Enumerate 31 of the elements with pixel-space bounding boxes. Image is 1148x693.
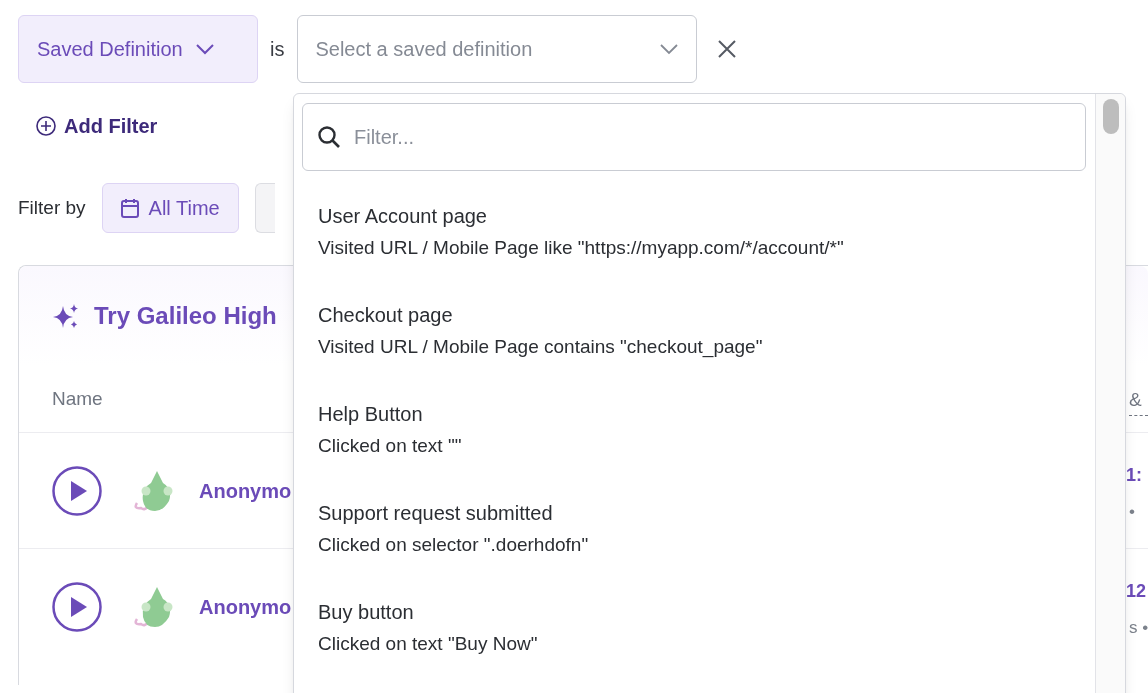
session-meta: s • [1129,617,1148,639]
session-time: 1: [1126,464,1142,487]
plus-circle-icon [36,116,56,136]
definition-option[interactable]: Support request submitted Clicked on selector ".doerhdofn" [302,500,1086,599]
user-name-link[interactable]: Anonymo [199,475,292,506]
definition-select[interactable]: Select a saved definition [297,15,698,83]
column-header: & [1129,386,1148,416]
session-time: 12 [1126,580,1147,603]
galileo-banner-text[interactable]: Try Galileo High [94,298,277,334]
play-icon[interactable] [52,465,102,516]
date-range-button[interactable]: All Time [101,183,239,233]
add-filter-button[interactable]: Add Filter [36,111,158,141]
filter-search-field[interactable]: Filter... [302,103,1086,171]
definition-option[interactable]: Buy button Clicked on text "Buy Now" [302,599,1086,693]
field-dropdown[interactable]: Saved Definition [18,15,258,83]
search-icon [317,125,341,149]
play-icon[interactable] [52,581,102,632]
operator-label: is [270,37,285,62]
definition-option[interactable]: User Account page Visited URL / Mobile Page like "https://myapp.com/*/account/*" [302,203,1086,302]
column-header: Name [52,386,103,411]
scrollbar[interactable] [1095,94,1125,693]
scrollbar-thumb[interactable] [1102,99,1119,134]
filter-by-label: Filter by [18,195,86,220]
session-meta: • [1129,501,1135,523]
user-name-link[interactable]: Anonymo [199,591,292,622]
chevron-icon [194,43,215,55]
chevron-icon [659,43,680,55]
calendar-icon [120,198,139,218]
definition-option[interactable]: Help Button Clicked on text "" [302,401,1086,500]
definition-option[interactable]: Checkout page Visited URL / Mobile Page contains "checkout_page" [302,302,1086,401]
close-icon[interactable] [718,40,737,58]
